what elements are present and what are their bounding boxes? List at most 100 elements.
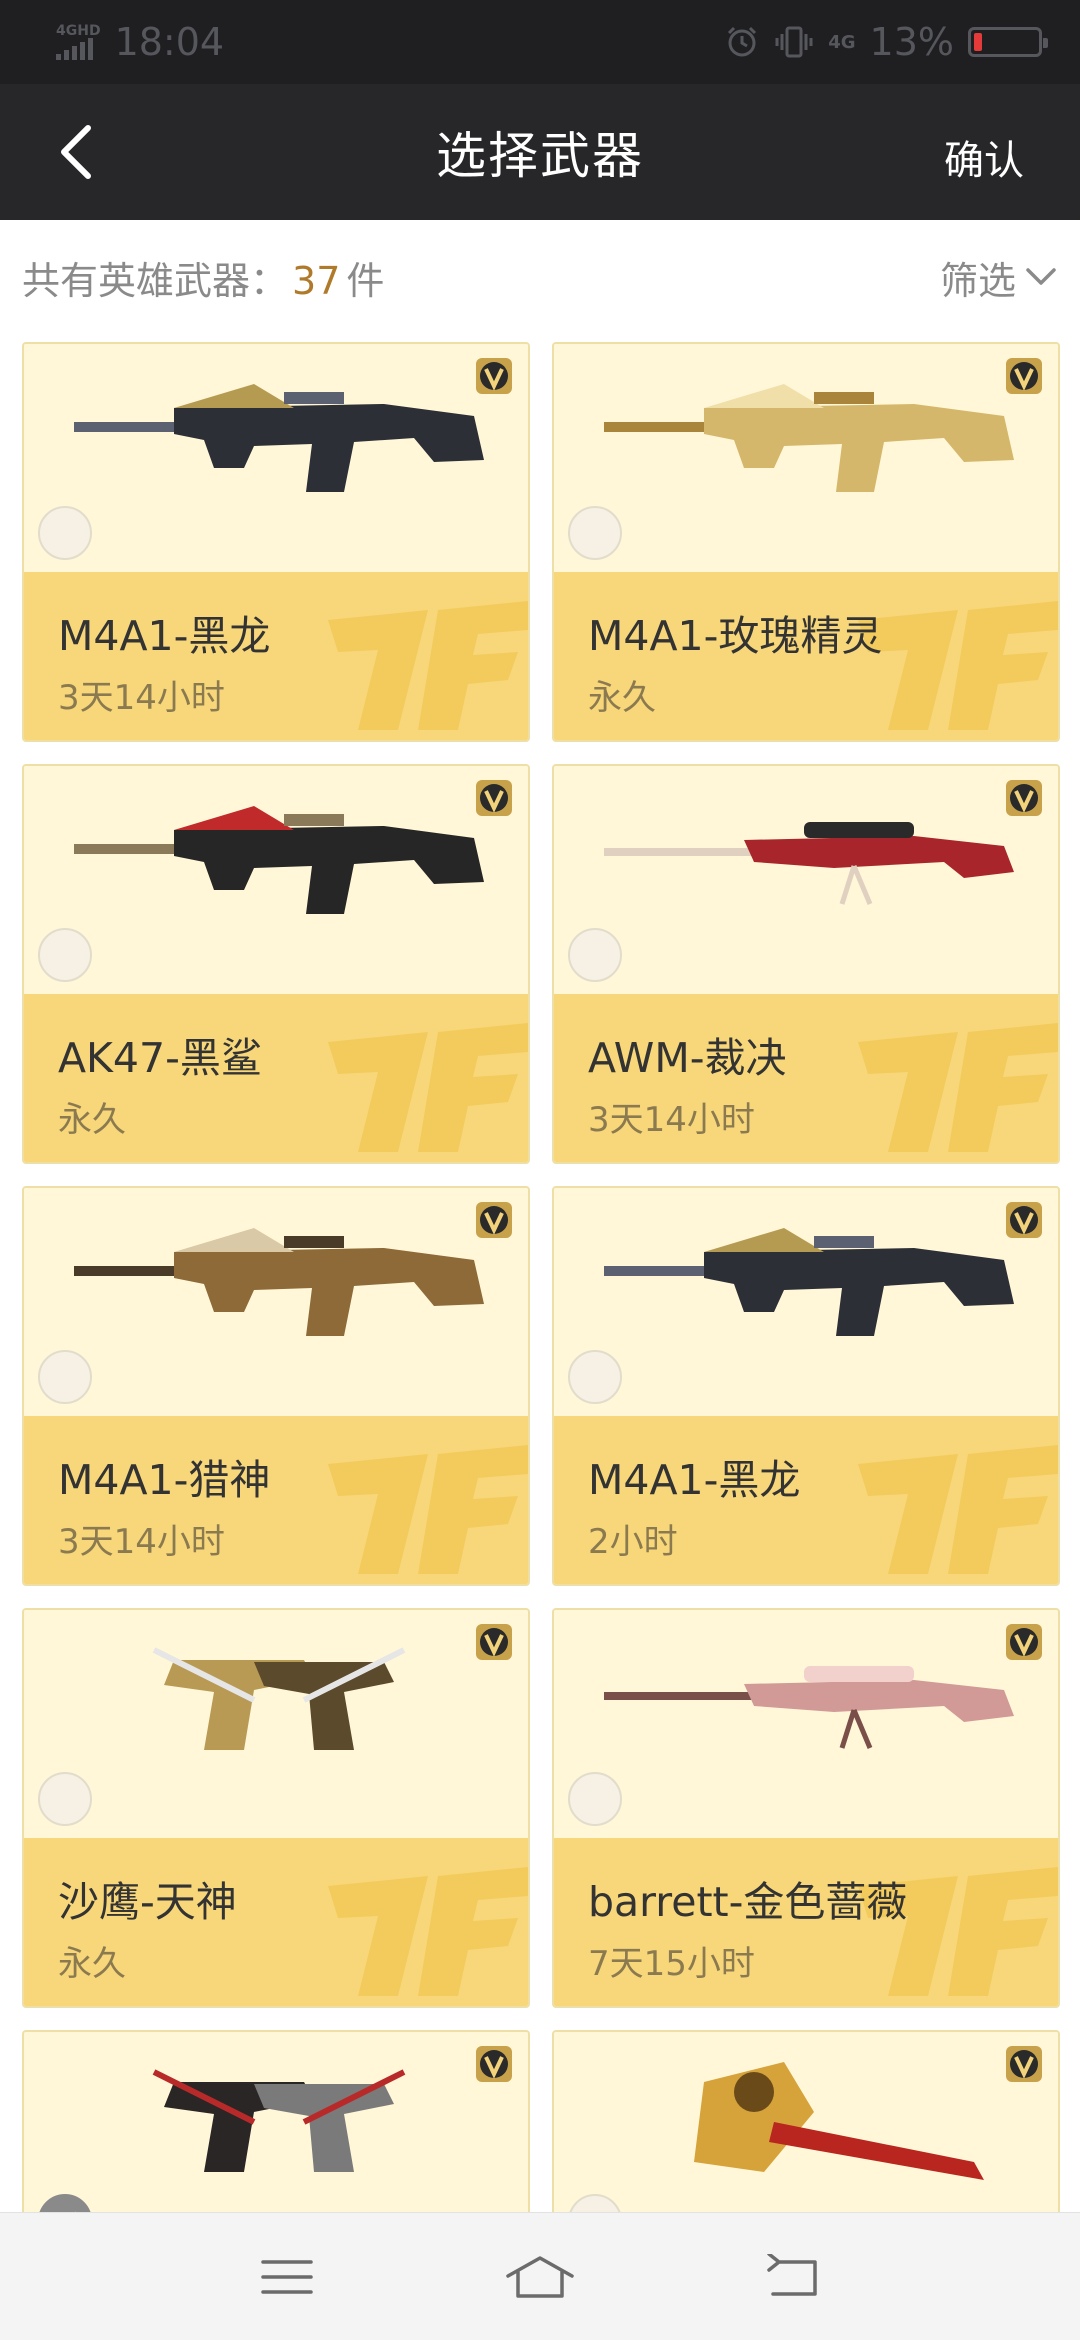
- vip-badge-icon: [1006, 1624, 1042, 1660]
- weapon-image: [74, 384, 484, 492]
- weapon-info: AWM-裁决 3天14小时: [554, 994, 1058, 1162]
- weapon-card[interactable]: M4A1-猎神 3天14小时: [22, 1186, 530, 1586]
- weapon-name: M4A1-玫瑰精灵: [588, 612, 883, 660]
- back-icon: [767, 2253, 818, 2296]
- weapon-card[interactable]: [22, 2030, 530, 2212]
- weapon-image: [604, 822, 1014, 905]
- weapon-image-area: [24, 2032, 528, 2212]
- summary-bar: 共有英雄武器： 37 件 筛选: [0, 220, 1080, 334]
- weapon-image: [152, 2069, 406, 2172]
- weapon-duration: 永久: [58, 1944, 126, 1984]
- weapon-info: M4A1-黑龙 2小时: [554, 1416, 1058, 1584]
- filter-button[interactable]: 筛选: [940, 250, 1058, 305]
- select-radio[interactable]: [38, 1350, 92, 1404]
- select-radio[interactable]: [568, 2194, 622, 2212]
- weapon-name: M4A1-黑龙: [588, 1456, 801, 1504]
- weapon-name: M4A1-猎神: [58, 1456, 271, 1504]
- vip-badge-icon: [476, 780, 512, 816]
- count-prefix: 共有英雄武器：: [22, 258, 289, 303]
- select-radio[interactable]: [38, 2194, 92, 2212]
- weapon-card[interactable]: AWM-裁决 3天14小时: [552, 764, 1060, 1164]
- weapon-card[interactable]: 沙鹰-天神 永久: [22, 1608, 530, 2008]
- nav-menu-button[interactable]: [247, 2247, 327, 2307]
- weapon-duration: 3天14小时: [588, 1100, 755, 1140]
- cf-logo-icon: [328, 601, 528, 730]
- count-unit: 件: [346, 258, 385, 303]
- weapon-image: [74, 1228, 484, 1336]
- weapon-name: M4A1-黑龙: [58, 612, 271, 660]
- weapon-name: AK47-黑鲨: [58, 1034, 262, 1082]
- count-value: 37: [292, 258, 341, 303]
- weapon-grid: M4A1-黑龙 3天14小时 M4A1-玫瑰精灵 永久 AK47-黑鲨 永久 A…: [0, 334, 1080, 2212]
- cf-logo-icon: [328, 1023, 528, 1152]
- weapon-duration: 永久: [588, 678, 656, 718]
- weapon-info: M4A1-猎神 3天14小时: [24, 1416, 528, 1584]
- weapon-card[interactable]: AK47-黑鲨 永久: [22, 764, 530, 1164]
- weapon-image-area: [554, 1188, 1058, 1416]
- weapon-card[interactable]: M4A1-黑龙 2小时: [552, 1186, 1060, 1586]
- filter-label: 筛选: [939, 258, 1016, 303]
- weapon-info: barrett-金色蔷薇 7天15小时: [554, 1838, 1058, 2006]
- weapon-image: [694, 2062, 984, 2180]
- home-icon: [506, 2255, 574, 2298]
- weapon-duration: 2小时: [588, 1522, 678, 1562]
- status-bar: 4GHD 18:04 4G 13%: [0, 0, 1080, 84]
- vip-badge-icon: [1006, 780, 1042, 816]
- weapon-card[interactable]: M4A1-玫瑰精灵 永久: [552, 342, 1060, 742]
- weapon-card[interactable]: [552, 2030, 1060, 2212]
- weapon-info: AK47-黑鲨 永久: [24, 994, 528, 1162]
- battery-percent: 13%: [869, 20, 954, 64]
- chevron-left-icon: [61, 125, 91, 179]
- check-icon: [75, 2211, 76, 2212]
- weapon-image-area: [24, 344, 528, 572]
- signal-icon: [56, 38, 93, 60]
- select-radio[interactable]: [568, 1772, 622, 1826]
- nav-back-button[interactable]: [753, 2247, 833, 2307]
- select-radio[interactable]: [568, 1350, 622, 1404]
- weapon-info: M4A1-玫瑰精灵 永久: [554, 572, 1058, 740]
- back-button[interactable]: [40, 116, 112, 188]
- weapon-duration: 7天15小时: [588, 1944, 755, 1984]
- vip-badge-icon: [1006, 358, 1042, 394]
- select-radio[interactable]: [38, 506, 92, 560]
- weapon-image: [604, 1666, 1014, 1749]
- cf-logo-icon: [858, 1445, 1058, 1574]
- vip-badge-icon: [476, 1624, 512, 1660]
- vip-badge-icon: [476, 1202, 512, 1238]
- weapon-name: barrett-金色蔷薇: [588, 1878, 908, 1926]
- weapon-image: [74, 806, 484, 914]
- weapon-duration: 3天14小时: [58, 678, 225, 718]
- weapon-image-area: [554, 766, 1058, 994]
- weapon-info: M4A1-黑龙 3天14小时: [24, 572, 528, 740]
- select-radio[interactable]: [38, 1772, 92, 1826]
- weapon-image: [604, 384, 1014, 492]
- weapon-image-area: [554, 2032, 1058, 2212]
- select-radio[interactable]: [568, 506, 622, 560]
- weapon-card[interactable]: barrett-金色蔷薇 7天15小时: [552, 1608, 1060, 2008]
- net-type: 4G: [828, 31, 856, 53]
- select-radio[interactable]: [38, 928, 92, 982]
- confirm-button[interactable]: 确认: [944, 128, 1024, 186]
- weapon-duration: 3天14小时: [58, 1522, 225, 1562]
- nav-home-button[interactable]: [500, 2247, 580, 2307]
- vip-badge-icon: [476, 358, 512, 394]
- alarm-icon: [728, 26, 757, 57]
- weapon-image-area: [24, 1610, 528, 1838]
- battery-icon: [968, 27, 1048, 57]
- cf-logo-icon: [328, 1445, 528, 1574]
- network-label: 4GHD: [56, 23, 101, 39]
- chevron-down-icon: [1026, 268, 1056, 285]
- weapon-card[interactable]: M4A1-黑龙 3天14小时: [22, 342, 530, 742]
- select-radio[interactable]: [568, 928, 622, 982]
- weapon-name: 沙鹰-天神: [58, 1878, 237, 1926]
- cf-logo-icon: [328, 1867, 528, 1996]
- weapon-image: [152, 1647, 406, 1750]
- vip-badge-icon: [476, 2046, 512, 2082]
- vip-badge-icon: [1006, 1202, 1042, 1238]
- status-right: 4G 13%: [724, 20, 1048, 64]
- vip-badge-icon: [1006, 2046, 1042, 2082]
- weapon-name: AWM-裁决: [588, 1034, 787, 1082]
- status-left: 4GHD 18:04: [56, 20, 224, 64]
- weapon-image-area: [554, 1610, 1058, 1838]
- weapon-image-area: [24, 1188, 528, 1416]
